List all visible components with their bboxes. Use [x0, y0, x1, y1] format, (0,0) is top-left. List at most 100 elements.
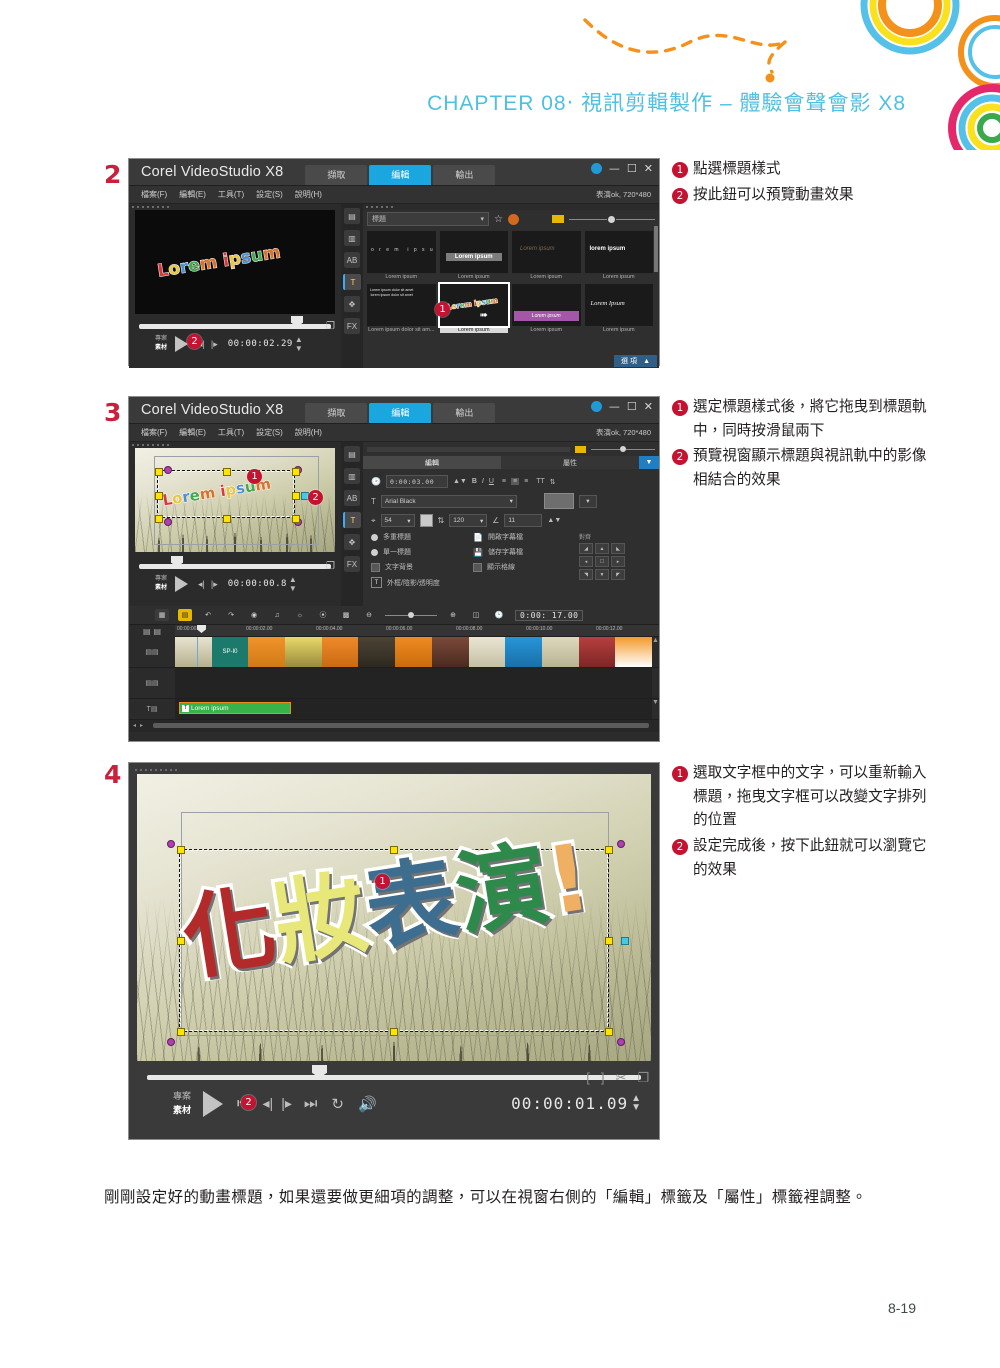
app-window-step2[interactable]: Corel VideoStudio X8 擷取 編輯 輸出 — ☐ ✕ 檔案(F… — [128, 158, 660, 368]
menu-settings[interactable]: 設定(S) — [256, 189, 283, 200]
loop-button[interactable]: ↻ — [331, 1095, 344, 1113]
align-grid[interactable]: ◢ ▲ ◣ ◂ ☐ ▸ ◥ ▼ ◤ — [579, 543, 625, 580]
view-list-icon[interactable] — [575, 445, 586, 453]
resize-handle[interactable] — [177, 937, 185, 945]
transport-controls[interactable]: 專案 素材 ◂| |▸ 00:00:02.29 ▲▼ — [139, 335, 331, 353]
rotate-handle[interactable] — [617, 840, 625, 848]
tab-properties[interactable]: 屬性 — [501, 456, 639, 469]
timecode-display[interactable]: 00:00:02.29 — [228, 339, 293, 349]
multi-trim-icon[interactable]: ⦿ — [316, 609, 330, 621]
menu-tools[interactable]: 工具(T) — [218, 427, 244, 438]
mode-clip[interactable]: 素材 — [155, 345, 167, 351]
zoom-out-icon[interactable]: ⊖ — [362, 609, 376, 621]
title-track-header[interactable]: T▤ — [129, 699, 175, 719]
duration-row[interactable]: 🕑 0:00:03.00 ▲▼ B I U ≡ ≡ ≡ TT ⇅ — [371, 475, 651, 488]
align-bottom-right[interactable]: ◤ — [611, 569, 625, 580]
preview-controls[interactable]: ❐ — [139, 556, 335, 572]
video-clip[interactable] — [358, 637, 396, 667]
align-middle-right[interactable]: ▸ — [611, 556, 625, 567]
minimize-icon[interactable]: — — [609, 401, 620, 412]
web-library-icon[interactable] — [507, 213, 519, 225]
playhead-knob[interactable] — [171, 556, 183, 567]
italic-button[interactable]: I — [482, 478, 484, 485]
size-row[interactable]: ⌖ 54 ▾ ⇅ 120 ▾ ∠ 11 ▲▼ — [371, 514, 651, 527]
globe-icon[interactable] — [590, 163, 602, 174]
timecode-display[interactable]: 00:00:01.09 — [511, 1094, 628, 1113]
tab-edit[interactable]: 編輯 — [369, 165, 432, 185]
title-icon[interactable]: T — [343, 512, 361, 528]
menu-edit[interactable]: 編輯(E) — [179, 189, 206, 200]
project-duration[interactable]: 0:00: 17.00 — [515, 609, 584, 621]
prev-frame-button[interactable]: ◂| — [198, 579, 205, 590]
mode-clip[interactable]: 素材 — [155, 585, 167, 591]
scroll-left-icon[interactable]: ◂ — [133, 722, 136, 729]
align-top-center[interactable]: ▲ — [595, 543, 609, 554]
play-button[interactable] — [203, 1090, 223, 1117]
menu-bar[interactable]: 檔案(F) 編輯(E) 工具(T) 設定(S) 說明(H) 表演ok, 720*… — [129, 424, 659, 442]
resize-handle[interactable] — [292, 515, 300, 523]
media-icon[interactable]: ▤ — [344, 208, 360, 224]
color-swatch[interactable] — [543, 493, 574, 509]
menu-tools[interactable]: 工具(T) — [218, 189, 244, 200]
title-style-item[interactable]: Lorem ipsum dolor sit amet lorem ipsum do… — [367, 284, 436, 333]
maximize-icon[interactable]: ☐ — [627, 163, 637, 174]
preview-controls[interactable]: ❐ — [139, 316, 335, 332]
mode-project[interactable]: 專案 — [139, 335, 167, 344]
mark-in-icon[interactable]: [ — [586, 1070, 590, 1086]
resize-handle[interactable] — [223, 515, 231, 523]
video-clip[interactable] — [468, 637, 506, 667]
fx-icon[interactable]: FX — [344, 556, 360, 572]
rotate-handle[interactable] — [164, 518, 172, 526]
scrub-bar[interactable] — [147, 1065, 641, 1080]
cut-icon[interactable]: ✂ — [615, 1070, 626, 1086]
transport-controls[interactable]: 專案 素材 ⏮ ◂| |▸ ⏭ ↻ 🔊 00:00:01.09 ▲▼ — [147, 1090, 641, 1117]
align-top-left[interactable]: ◢ — [579, 543, 593, 554]
font-dropdown[interactable]: Arial Black ▾ — [380, 494, 517, 508]
track-manager-icon[interactable]: ▩ — [339, 609, 353, 621]
scroll-right-icon[interactable]: ▸ — [140, 722, 143, 729]
preview-screen-large[interactable]: 化妝表演! 1 — [137, 774, 651, 1061]
timecode-stepper[interactable]: ▲ ▼ — [631, 1094, 641, 1113]
media-icon[interactable]: ▤ — [344, 446, 360, 462]
title-style-item[interactable]: Lorem ipsum Lorem ipsum — [439, 231, 508, 280]
align-center-button[interactable]: ≡ — [511, 478, 520, 485]
timeline-hscroll-row[interactable]: ◂ ▸ — [129, 720, 659, 730]
window-controls[interactable]: — ☐ ✕ — [590, 401, 653, 412]
mode-clip[interactable]: 素材 — [173, 1105, 191, 1115]
preview-screen[interactable]: Lorem ipsum — [135, 210, 335, 314]
mode-project[interactable]: 專案 — [139, 575, 167, 584]
zoom-slider[interactable] — [568, 215, 655, 223]
title-style-item[interactable]: lorem ipsum Lorem ipsum — [584, 231, 653, 280]
video-track-header[interactable]: ▤▤ — [129, 637, 175, 667]
resize-handle[interactable] — [155, 468, 163, 476]
clock-icon[interactable]: 🕑 — [492, 609, 506, 621]
playhead-knob[interactable] — [312, 1065, 327, 1078]
title-style-item[interactable]: Lorem Ipsum Lorem ipsum — [584, 284, 653, 333]
border-shadow-row[interactable]: T 外框/陰影/透明度 — [371, 577, 447, 588]
resize-handle[interactable] — [292, 492, 300, 500]
tab-capture[interactable]: 擷取 — [305, 165, 368, 185]
resize-handle[interactable] — [155, 492, 163, 500]
prev-frame-button[interactable]: ◂| — [263, 1095, 274, 1112]
library-scrollbar[interactable] — [654, 226, 658, 272]
video-clip[interactable] — [395, 637, 432, 667]
resize-handle[interactable] — [223, 468, 231, 476]
graphic-icon[interactable]: ✥ — [344, 534, 360, 550]
timeline-zoom-slider[interactable] — [385, 612, 437, 618]
end-button[interactable]: ⏭ — [304, 1095, 318, 1112]
enlarge-icon[interactable]: ❐ — [326, 321, 335, 332]
options-button[interactable]: 選 項 ▲ — [614, 355, 657, 367]
timecode-stepper[interactable]: ▲ ▼ — [289, 575, 297, 593]
globe-icon[interactable] — [590, 401, 602, 412]
preview-screen[interactable]: Lorem ipsum 2 — [135, 448, 335, 552]
title-style-item[interactable]: Lorem ipsum Lorem ipsum — [512, 231, 581, 280]
text-background-row[interactable]: 文字背景 — [371, 562, 447, 572]
tab-share[interactable]: 輸出 — [433, 403, 496, 423]
font-size-dropdown[interactable]: 54 ▾ — [380, 514, 415, 527]
timecode-stepper[interactable]: ▲ ▼ — [295, 335, 303, 353]
resize-handle[interactable] — [390, 846, 398, 854]
panel-toolbar[interactable] — [363, 442, 659, 456]
resize-handle[interactable] — [177, 1028, 185, 1036]
timeline[interactable]: ▦ ▤ ↶ ↷ ◉ ♫ ☼ ⦿ ▩ ⊖ ⊕ ◫ 🕑 0:00: 17.00 ▤ ▤… — [129, 469, 659, 732]
text-background-checkbox[interactable] — [371, 562, 380, 572]
